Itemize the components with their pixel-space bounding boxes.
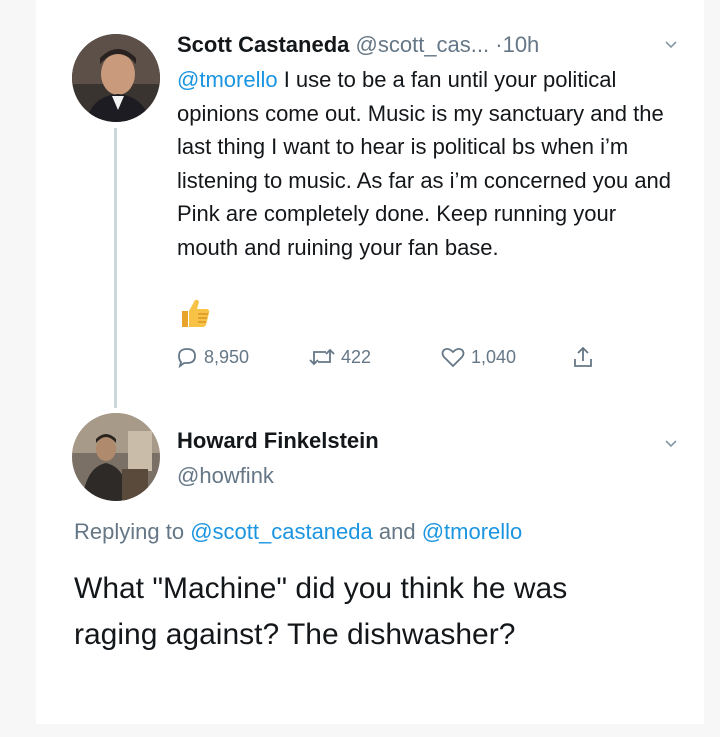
retweet-icon — [309, 348, 335, 366]
replying-user-scott[interactable]: @scott_castaneda — [190, 519, 373, 544]
tweet1-handle[interactable]: @scott_cas... — [356, 32, 490, 57]
reply-button[interactable]: 8,950 — [175, 342, 249, 372]
replying-and: and — [372, 519, 422, 544]
replying-to-line: Replying to @scott_castaneda and @tmorel… — [74, 519, 522, 545]
like-count: 1,040 — [471, 346, 517, 367]
like-button[interactable]: 1,040 — [440, 342, 516, 372]
right-margin — [704, 0, 720, 737]
bottom-margin — [0, 724, 720, 737]
share-icon — [574, 346, 592, 367]
tweet2-display-name[interactable]: Howard Finkelstein — [177, 428, 379, 454]
left-margin — [0, 0, 36, 737]
reply-icon — [178, 348, 196, 369]
tweet1-mention[interactable]: @tmorello — [177, 67, 278, 92]
replying-user-tmorello[interactable]: @tmorello — [422, 519, 523, 544]
thread-connector-line — [114, 128, 117, 408]
avatar-scott[interactable] — [72, 34, 160, 122]
tweet1-action-bar: 8,950 422 1,040 — [175, 342, 615, 372]
tweet1-time[interactable]: 10h — [503, 32, 540, 57]
replying-prefix: Replying to — [74, 519, 191, 544]
retweet-count: 422 — [341, 346, 372, 367]
heart-icon — [441, 347, 465, 368]
tweet1-display-name[interactable]: Scott Castaneda — [177, 32, 349, 57]
share-button[interactable] — [571, 342, 595, 372]
reply-count: 8,950 — [204, 346, 250, 367]
tweet1-body-text: I use to be a fan until your political o… — [177, 67, 672, 260]
chevron-down-icon[interactable] — [664, 38, 678, 52]
tweet1-separator: · — [495, 32, 503, 57]
thumbs-up-icon — [182, 299, 210, 327]
tweet2-handle[interactable]: @howfink — [177, 463, 274, 489]
avatar-howard[interactable] — [72, 413, 160, 501]
retweet-button[interactable]: 422 — [308, 342, 371, 372]
tweet2-text: What "Machine" did you think he was ragi… — [74, 572, 568, 651]
tweet1-header: Scott Castaneda @scott_cas... ·10h — [177, 30, 687, 60]
chevron-down-icon[interactable] — [664, 437, 678, 451]
tweet1-text: @tmorello I use to be a fan until your p… — [177, 63, 682, 264]
